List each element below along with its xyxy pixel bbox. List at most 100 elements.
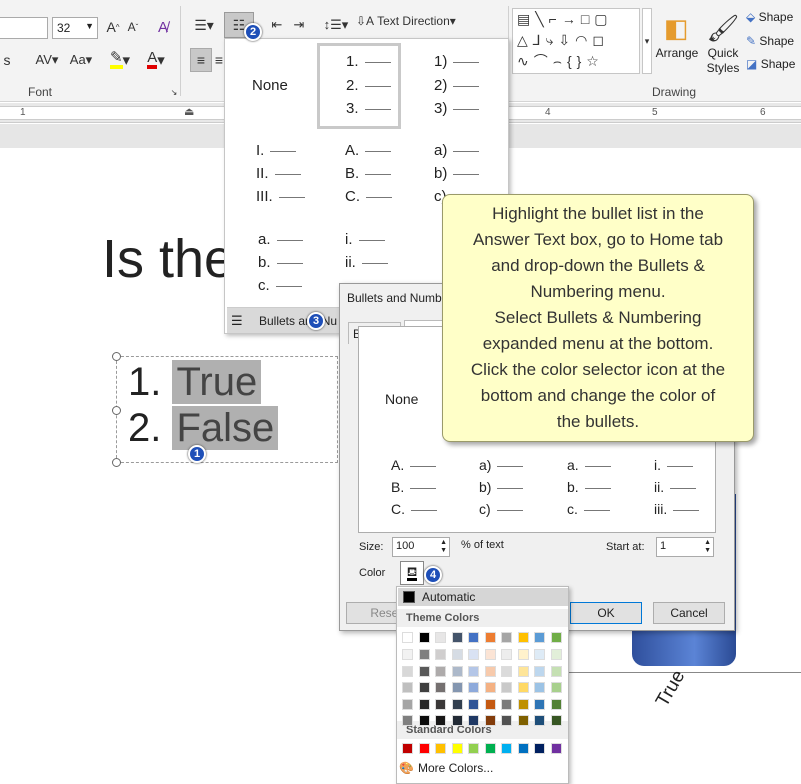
standard-color-swatch[interactable] [534, 743, 545, 754]
theme-shade-swatch[interactable] [435, 698, 446, 710]
theme-color-swatch[interactable] [550, 632, 562, 643]
theme-color-swatch[interactable] [484, 632, 496, 643]
color-picker-dropdown[interactable]: Automatic Theme Colors Standard Colors 🎨… [396, 586, 569, 784]
theme-shade-swatch[interactable] [550, 682, 562, 693]
shrink-font-icon[interactable]: Aˇ [124, 17, 142, 37]
ok-button[interactable]: OK [570, 602, 642, 624]
font-name-combo[interactable] [0, 17, 48, 39]
font-color-icon[interactable]: A ▾ [142, 48, 170, 72]
theme-shade-swatch[interactable] [435, 649, 446, 660]
theme-shade-swatch[interactable] [534, 682, 545, 693]
theme-shade-swatch[interactable] [435, 665, 446, 677]
text-direction-button[interactable]: ⇩A Text Direction ▾ [356, 10, 456, 32]
numbering-lower-paren-1[interactable]: a) [434, 142, 480, 159]
theme-shade-swatch[interactable] [534, 665, 545, 677]
size-input[interactable]: 100 ▲ ▼ [392, 537, 450, 557]
theme-shade-swatch[interactable] [501, 649, 512, 660]
ruler-indent-marker[interactable]: ⏏ [184, 105, 194, 118]
theme-color-swatch[interactable] [501, 632, 512, 643]
style-lower-roman[interactable]: i. ii. iii. [654, 457, 700, 517]
decrease-indent-icon[interactable]: ⇤ [268, 14, 286, 36]
cancel-button[interactable]: Cancel [653, 602, 725, 624]
theme-shade-swatch[interactable] [484, 698, 496, 710]
theme-shade-swatch[interactable] [534, 715, 545, 726]
theme-shade-swatch[interactable] [550, 649, 562, 660]
increase-indent-icon[interactable]: ⇥ [290, 14, 308, 36]
resize-handle[interactable] [112, 458, 121, 467]
theme-shade-swatch[interactable] [451, 682, 463, 693]
start-at-input[interactable]: 1 ▲ ▼ [656, 537, 714, 557]
theme-shade-swatch[interactable] [550, 715, 562, 726]
theme-shade-swatch[interactable] [435, 715, 446, 726]
theme-shade-swatch[interactable] [484, 665, 496, 677]
theme-shade-swatch[interactable] [517, 665, 529, 677]
theme-color-swatch[interactable] [468, 632, 479, 643]
numbering-lower-roman-1[interactable]: i. [345, 231, 385, 248]
dialog-launcher-icon[interactable]: ↘ [170, 88, 178, 97]
theme-shade-swatch[interactable] [451, 649, 463, 660]
theme-shade-swatch[interactable] [418, 698, 430, 710]
answer-item-1[interactable]: 1. True [128, 360, 262, 405]
arrange-icon[interactable]: ◧ [656, 8, 696, 48]
chevron-down-icon[interactable]: ▼ [85, 21, 94, 31]
theme-shade-swatch[interactable] [468, 649, 479, 660]
numbering-roman-1[interactable]: I. [256, 142, 297, 159]
theme-shade-swatch[interactable] [517, 698, 529, 710]
theme-color-swatch[interactable] [451, 632, 463, 643]
theme-shade-swatch[interactable] [501, 715, 512, 726]
more-colors-option[interactable]: 🎨 More Colors... [399, 761, 493, 775]
standard-color-swatch[interactable] [418, 743, 430, 754]
theme-color-swatch[interactable] [517, 632, 529, 643]
theme-color-swatch[interactable] [435, 632, 446, 643]
style-lower-dot[interactable]: a. b. c. [567, 457, 611, 517]
theme-shade-swatch[interactable] [517, 649, 529, 660]
shape-outline-button[interactable]: ✎ Shape [746, 34, 794, 48]
change-case-icon[interactable]: s [0, 50, 14, 70]
arrange-label[interactable]: Arrange [654, 46, 700, 60]
spinner-icon[interactable]: ▲ ▼ [440, 539, 447, 555]
theme-shade-swatch[interactable] [451, 698, 463, 710]
bullets-icon[interactable]: ☰▾ [190, 14, 218, 36]
line-spacing-icon[interactable]: ↕☰▾ [322, 14, 350, 36]
theme-color-swatch[interactable] [534, 632, 545, 643]
theme-shade-swatch[interactable] [418, 665, 430, 677]
shape-effects-button[interactable]: ◪ Shape [746, 57, 795, 71]
theme-shade-swatch[interactable] [451, 665, 463, 677]
theme-shade-swatch[interactable] [418, 715, 430, 726]
quick-styles-icon[interactable]: 🖌 [703, 8, 743, 48]
theme-shade-swatch[interactable] [517, 682, 529, 693]
theme-shade-swatch[interactable] [501, 698, 512, 710]
answer-item-2[interactable]: 2. False [128, 406, 279, 451]
theme-shade-swatch[interactable] [451, 715, 463, 726]
standard-color-swatch[interactable] [550, 743, 562, 754]
standard-color-swatch[interactable] [501, 743, 512, 754]
standard-color-swatch[interactable] [517, 743, 529, 754]
theme-shade-swatch[interactable] [468, 665, 479, 677]
theme-color-swatch[interactable] [402, 632, 413, 643]
font-size-combo[interactable]: 32 ▼ [52, 17, 98, 39]
theme-shade-swatch[interactable] [402, 682, 413, 693]
numbering-none-option[interactable]: None [385, 391, 418, 407]
slide-title[interactable]: Is the [102, 228, 234, 290]
numbering-lower-1[interactable]: a. [258, 231, 303, 248]
theme-shade-swatch[interactable] [534, 649, 545, 660]
theme-shade-swatch[interactable] [484, 682, 496, 693]
resize-handle[interactable] [112, 406, 121, 415]
gallery-scroll-icon[interactable]: ▾ [642, 8, 652, 74]
align-center-icon[interactable]: ≡ [214, 48, 224, 72]
standard-color-swatch[interactable] [402, 743, 413, 754]
resize-handle[interactable] [112, 352, 121, 361]
change-case-aa-icon[interactable]: Aa▾ [66, 50, 96, 70]
theme-shade-swatch[interactable] [435, 682, 446, 693]
standard-color-swatch[interactable] [468, 743, 479, 754]
theme-shade-swatch[interactable] [418, 682, 430, 693]
theme-shade-swatch[interactable] [402, 698, 413, 710]
automatic-color-option[interactable]: Automatic [398, 588, 568, 606]
theme-color-swatch[interactable] [418, 632, 430, 643]
numbering-paren-1[interactable]: 1) [434, 53, 480, 70]
theme-shade-swatch[interactable] [484, 715, 496, 726]
theme-shade-swatch[interactable] [550, 665, 562, 677]
theme-shade-swatch[interactable] [402, 715, 413, 726]
standard-color-swatch[interactable] [435, 743, 446, 754]
theme-shade-swatch[interactable] [501, 682, 512, 693]
